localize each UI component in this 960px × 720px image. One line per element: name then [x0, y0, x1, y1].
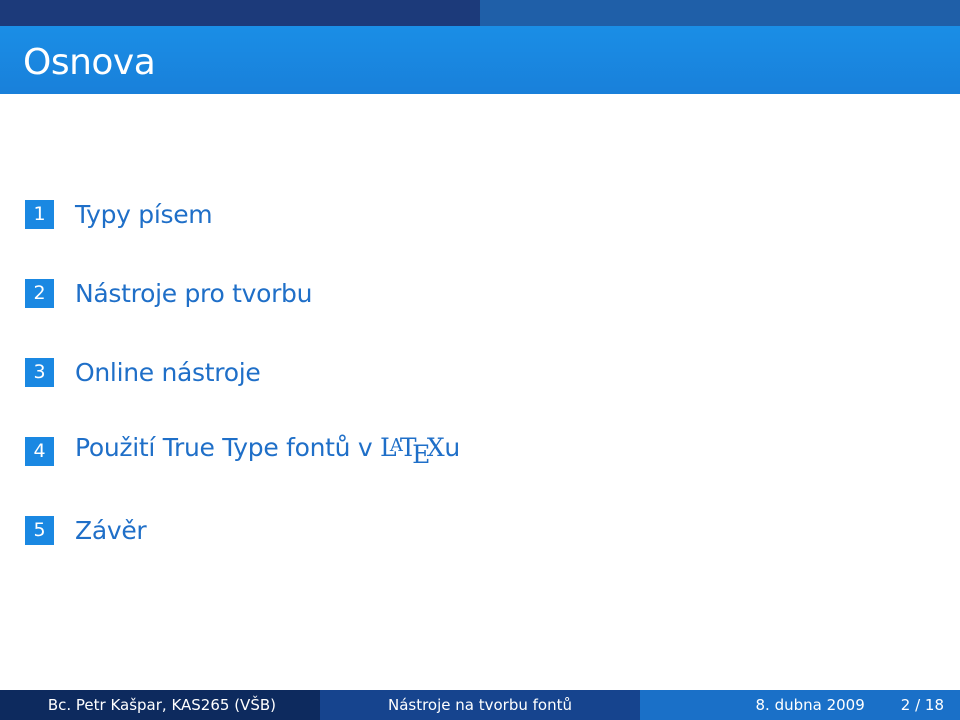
latex-logo: LATEX — [379, 433, 445, 469]
toc-number: 2 — [25, 278, 54, 308]
footer-author: Bc. Petr Kašpar, KAS265 (VŠB) — [47, 696, 276, 714]
toc-number: 5 — [25, 515, 54, 545]
frame-title-bar: Osnova — [0, 26, 960, 94]
footer: Bc. Petr Kašpar, KAS265 (VŠB) Nástroje n… — [0, 690, 960, 720]
toc-label-suffix: u — [444, 433, 460, 463]
toc-item-2[interactable]: 2 Nástroje pro tvorbu — [25, 276, 312, 310]
footer-author-section: Bc. Petr Kašpar, KAS265 (VŠB) — [0, 690, 320, 720]
toc-label: Nástroje pro tvorbu — [75, 278, 313, 308]
toc-number: 4 — [25, 436, 54, 466]
top-strip-left — [0, 0, 480, 26]
toc-label: Typy písem — [75, 199, 213, 229]
footer-date: 8. dubna 2009 — [755, 696, 865, 714]
toc-label: Online nástroje — [75, 357, 261, 387]
toc-label: Závěr — [75, 515, 147, 545]
toc-item-5[interactable]: 5 Závěr — [25, 513, 147, 547]
footer-date-section: 8. dubna 2009 2 / 18 — [640, 690, 960, 720]
footer-title-section: Nástroje na tvorbu fontů — [320, 690, 640, 720]
frame-title: Osnova — [23, 42, 156, 83]
footer-title: Nástroje na tvorbu fontů — [387, 696, 572, 714]
toc-label: Použití True Type fontů v LATEXu — [75, 433, 460, 469]
toc-item-3[interactable]: 3 Online nástroje — [25, 355, 261, 389]
top-strip-right — [480, 0, 960, 26]
toc-number: 1 — [25, 199, 54, 229]
toc-number: 3 — [25, 357, 54, 387]
footer-page-number: 2 / 18 — [900, 696, 944, 714]
toc-item-1[interactable]: 1 Typy písem — [25, 197, 213, 231]
toc-item-4[interactable]: 4 Použití True Type fontů v LATEXu — [25, 433, 460, 469]
top-navigation-strip — [0, 0, 960, 26]
toc-label-prefix: Použití True Type fontů v — [75, 433, 380, 463]
